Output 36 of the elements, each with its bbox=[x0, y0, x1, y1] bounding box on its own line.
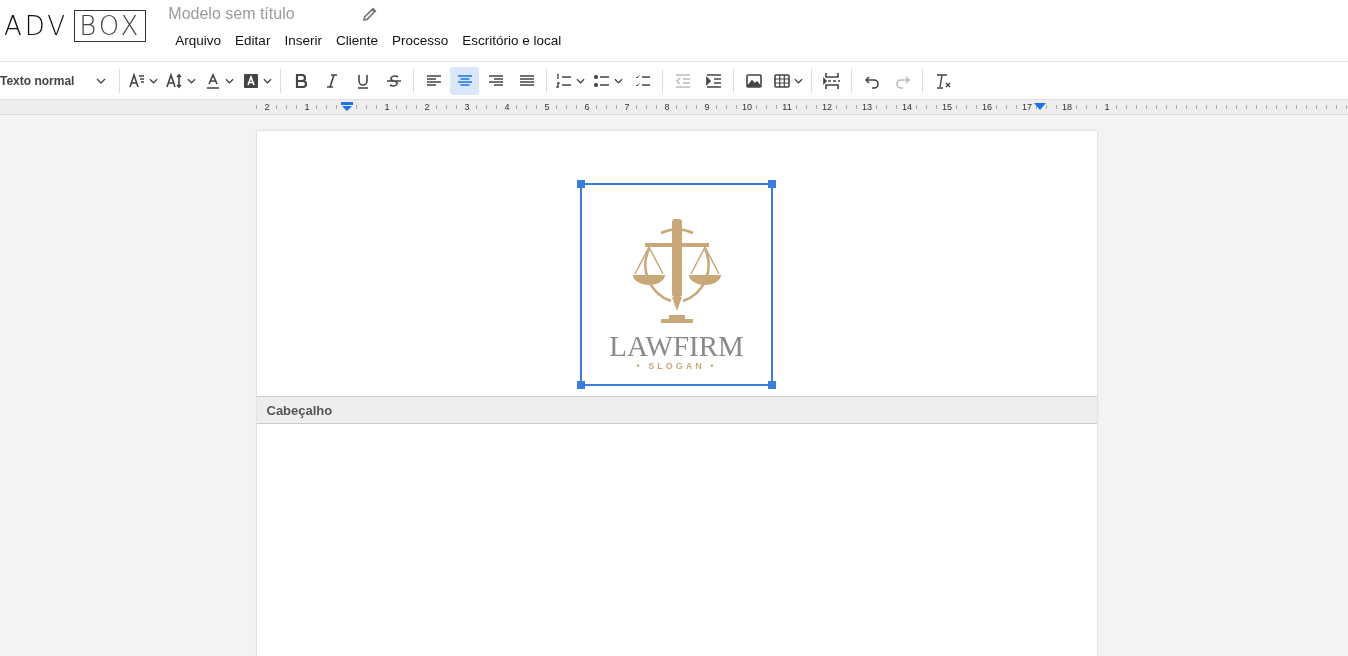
left-indent-marker-icon[interactable] bbox=[341, 102, 353, 112]
header-label: Cabeçalho bbox=[266, 402, 333, 418]
numbered-list-icon bbox=[555, 71, 574, 90]
indent-icon bbox=[704, 71, 723, 90]
logo-name: LAWFIRM bbox=[609, 331, 744, 361]
align-center-button[interactable] bbox=[450, 66, 480, 95]
menu-item[interactable]: Escritório e local bbox=[455, 31, 569, 50]
caret-icon bbox=[149, 77, 159, 84]
resize-handle[interactable] bbox=[768, 381, 776, 389]
menu-item[interactable]: Processo bbox=[384, 31, 456, 50]
menu-item[interactable]: Arquivo bbox=[168, 31, 229, 50]
caret-icon bbox=[187, 77, 197, 84]
line-height-icon bbox=[166, 71, 185, 90]
image-icon bbox=[744, 71, 763, 90]
table-icon bbox=[773, 71, 792, 90]
resize-handle[interactable] bbox=[577, 180, 585, 188]
font-size-icon bbox=[128, 71, 147, 90]
caret-icon bbox=[614, 77, 624, 84]
outdent-icon bbox=[673, 71, 692, 90]
resize-handle[interactable] bbox=[768, 180, 776, 188]
menu-item[interactable]: Cliente bbox=[328, 31, 385, 50]
logo-slogan: • SLOGAN • bbox=[636, 361, 717, 371]
advbox-logo: ADV BOX bbox=[4, 10, 147, 42]
caret-icon bbox=[263, 77, 273, 84]
caret-icon bbox=[576, 77, 586, 84]
caret-icon bbox=[794, 77, 804, 84]
paragraph-style-dropdown[interactable]: Texto normal bbox=[0, 69, 115, 92]
resize-handle[interactable] bbox=[577, 381, 585, 389]
menu-item[interactable]: Editar bbox=[228, 31, 278, 50]
page-break-icon bbox=[822, 71, 841, 90]
caret-icon bbox=[96, 77, 107, 84]
pencil-icon[interactable] bbox=[360, 5, 379, 23]
caret-icon bbox=[225, 77, 235, 84]
highlight-icon bbox=[242, 71, 261, 90]
menu-item[interactable]: Inserir bbox=[277, 31, 329, 50]
right-indent-marker-icon[interactable] bbox=[1034, 103, 1046, 111]
